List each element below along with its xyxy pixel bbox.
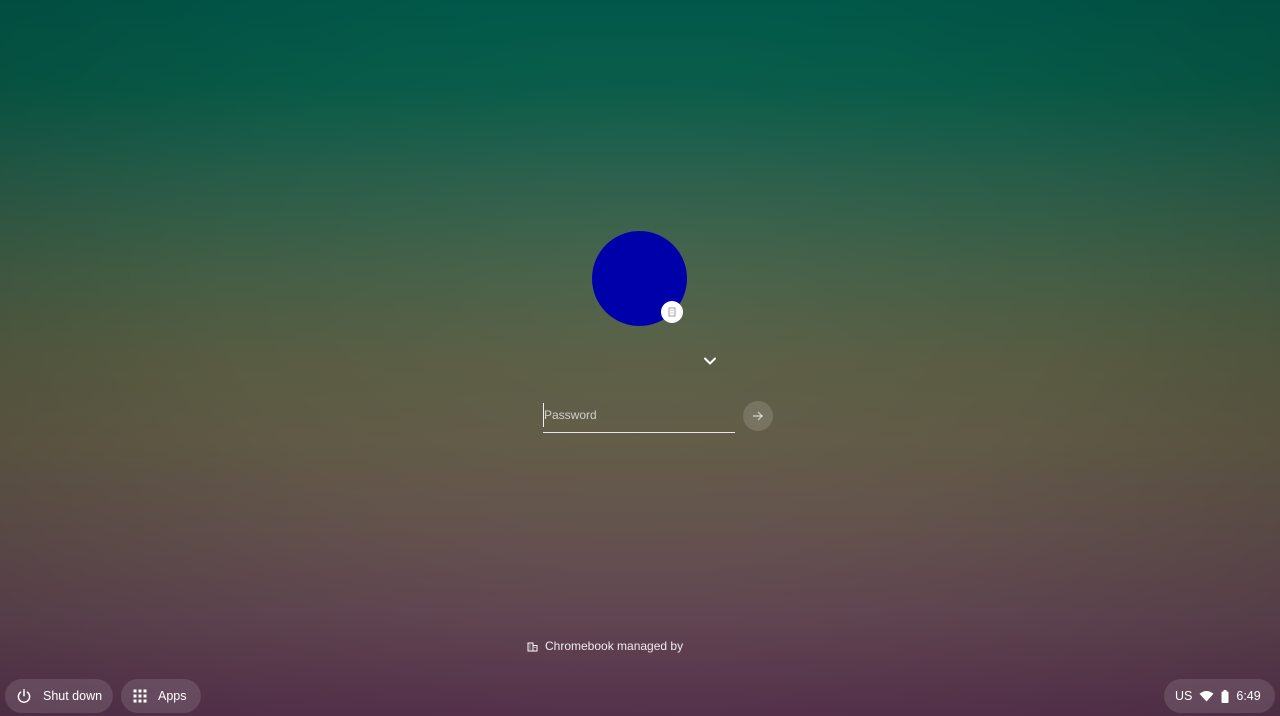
apps-grid-icon bbox=[133, 689, 147, 703]
managed-label: Chromebook managed by bbox=[545, 639, 684, 653]
enterprise-icon bbox=[661, 301, 683, 323]
chevron-down-icon bbox=[704, 357, 716, 365]
apps-button[interactable]: Apps bbox=[121, 679, 201, 713]
status-tray[interactable]: US 6:49 bbox=[1164, 679, 1275, 713]
password-input[interactable] bbox=[543, 403, 736, 427]
user-menu-dropdown[interactable] bbox=[700, 351, 720, 371]
battery-icon bbox=[1221, 689, 1229, 703]
power-icon bbox=[17, 689, 31, 703]
apps-label: Apps bbox=[158, 689, 187, 703]
arrow-right-icon bbox=[752, 411, 763, 421]
shutdown-button[interactable]: Shut down bbox=[5, 679, 113, 713]
password-field-container bbox=[543, 403, 736, 433]
wifi-icon bbox=[1199, 690, 1214, 702]
enterprise-managed-notice: Chromebook managed by bbox=[527, 637, 683, 655]
ime-indicator: US bbox=[1175, 689, 1193, 703]
user-pod[interactable] bbox=[592, 231, 687, 326]
shutdown-label: Shut down bbox=[43, 689, 103, 703]
building-icon bbox=[527, 642, 538, 651]
clock: 6:49 bbox=[1236, 689, 1261, 703]
submit-button[interactable] bbox=[743, 401, 773, 431]
wallpaper bbox=[0, 0, 1280, 716]
